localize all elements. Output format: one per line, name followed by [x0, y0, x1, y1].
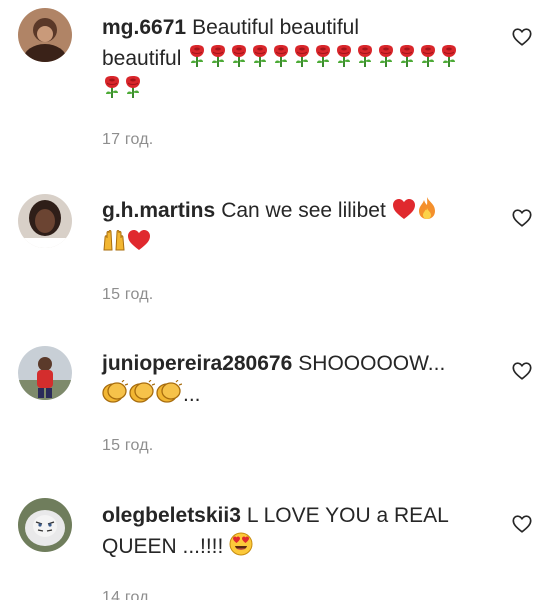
rose-emoji: [229, 44, 249, 68]
rose-emoji-row: [187, 44, 460, 70]
heart-outline-icon[interactable]: [511, 360, 533, 382]
avatar[interactable]: [18, 346, 72, 400]
rose-emoji: [313, 44, 333, 68]
comment-trailing-text: ...: [183, 383, 201, 406]
heart-outline-icon[interactable]: [511, 513, 533, 535]
raising-hands-emoji: [102, 229, 126, 251]
fire-emoji: [417, 196, 437, 220]
avatar[interactable]: [18, 8, 72, 62]
rose-emoji: [187, 44, 207, 68]
comment-body: g.h.martins Can we see lilibet: [102, 195, 496, 257]
rose-emoji: [292, 44, 312, 68]
comment-timestamp[interactable]: 15 год.: [102, 286, 153, 304]
rose-emoji: [271, 44, 291, 68]
comment-text: QUEEN ...!!!!: [102, 535, 224, 558]
rose-emoji: [439, 44, 459, 68]
red-heart-emoji: [392, 198, 416, 220]
comment-timestamp[interactable]: 14 год.: [102, 589, 153, 600]
heart-outline-icon[interactable]: [511, 207, 533, 229]
red-heart-emoji: [127, 229, 151, 251]
rose-emoji: [397, 44, 417, 68]
comment-text: L LOVE YOU a REAL: [246, 504, 449, 527]
comment-body: juniopereira280676 SHOOOOOW... ...: [102, 348, 496, 410]
comment-username[interactable]: mg.6671: [102, 16, 186, 39]
clapping-hands-emoji: [102, 380, 128, 404]
rose-emoji: [102, 75, 122, 99]
rose-emoji: [376, 44, 396, 68]
comment-text: beautiful: [102, 47, 182, 70]
clapping-hands-emoji: [129, 380, 155, 404]
comment-text: SHOOOOOW...: [298, 352, 446, 375]
comment-body: olegbeletskii3 L LOVE YOU a REAL QUEEN ..…: [102, 500, 496, 562]
comment-username[interactable]: g.h.martins: [102, 199, 215, 222]
comment-timestamp[interactable]: 17 год.: [102, 131, 153, 149]
comments-list: mg.6671 Beautiful beautiful beautiful 17 …: [0, 0, 548, 600]
heart-outline-icon[interactable]: [511, 26, 533, 48]
rose-emoji: [418, 44, 438, 68]
rose-emoji: [334, 44, 354, 68]
heart-eyes-face-emoji: [229, 532, 253, 556]
comment-text: Beautiful beautiful: [192, 16, 360, 39]
rose-emoji-row: [102, 75, 144, 101]
rose-emoji: [208, 44, 228, 68]
rose-emoji: [123, 75, 143, 99]
clapping-hands-emoji: [156, 380, 182, 404]
avatar[interactable]: [18, 498, 72, 552]
comment-username[interactable]: olegbeletskii3: [102, 504, 241, 527]
comment-text: Can we see lilibet: [221, 199, 386, 222]
rose-emoji: [250, 44, 270, 68]
comment-body: mg.6671 Beautiful beautiful beautiful: [102, 12, 496, 105]
rose-emoji: [355, 44, 375, 68]
avatar[interactable]: [18, 194, 72, 248]
comment-username[interactable]: juniopereira280676: [102, 352, 292, 375]
comment-timestamp[interactable]: 15 год.: [102, 437, 153, 455]
